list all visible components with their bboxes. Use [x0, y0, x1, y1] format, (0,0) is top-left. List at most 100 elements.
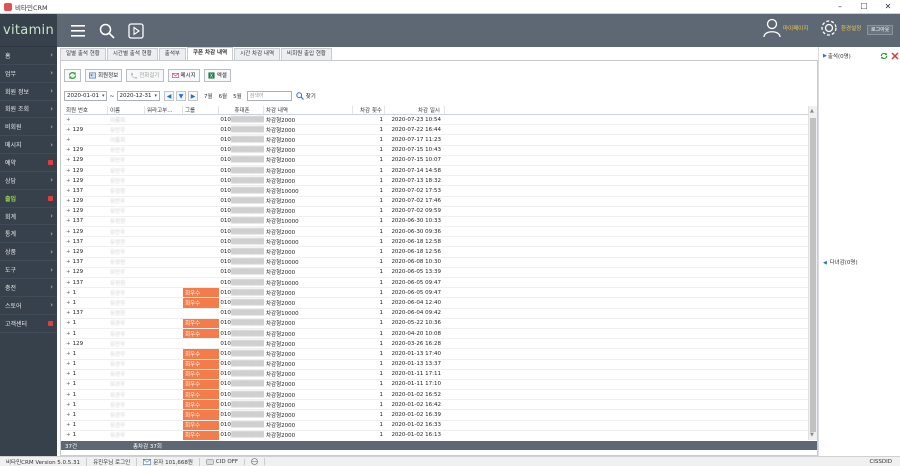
- prev-period-button[interactable]: ◀: [164, 91, 174, 101]
- date-to-picker[interactable]: 2020-12-31 ▾: [116, 91, 160, 101]
- expand-row-icon[interactable]: +: [66, 422, 71, 428]
- expand-row-icon[interactable]: +: [66, 127, 71, 133]
- expand-row-icon[interactable]: +: [66, 290, 71, 296]
- sms-balance[interactable]: 문자 101,668원: [137, 457, 200, 466]
- my-page-button[interactable]: 마이페이지: [763, 18, 808, 38]
- expand-row-icon[interactable]: +: [66, 320, 71, 326]
- expand-row-icon[interactable]: +: [66, 341, 71, 347]
- sidebar-item-9[interactable]: 회계 ›: [0, 208, 57, 226]
- table-row[interactable]: +129 유민우 010 ████████ 차감형2000 1 2020-07-13 18:…: [64, 176, 808, 187]
- sidebar-item-2[interactable]: 회원 정보 ›: [0, 83, 57, 101]
- tab-5[interactable]: 비회원 출입 현황: [281, 48, 332, 60]
- expand-row-icon[interactable]: +: [66, 168, 71, 174]
- table-row[interactable]: + 이름회 010 ████████ 차감형2000 1 2020-07-17 11:23: [64, 135, 808, 146]
- table-row[interactable]: +137 유정현 010 ████████ 차감형10000 1 2020-06-04 09…: [64, 309, 808, 319]
- expand-row-icon[interactable]: +: [66, 351, 71, 357]
- table-row[interactable]: +137 유정현 010 ████████ 차감형10000 1 2020-06-30 10…: [64, 217, 808, 228]
- expand-arrow-icon[interactable]: ▶: [823, 53, 827, 59]
- expand-row-icon[interactable]: +: [66, 188, 71, 194]
- hamburger-menu-icon[interactable]: [70, 23, 86, 39]
- sidebar-item-8[interactable]: 출입: [0, 190, 57, 208]
- expand-row-icon[interactable]: +: [66, 218, 71, 224]
- table-row[interactable]: +129 유민우 010 ████████ 차감형2000 1 2020-06-18 12:…: [64, 247, 808, 258]
- tab-2[interactable]: 출석부: [158, 48, 186, 60]
- tab-0[interactable]: 일별 출석 현황: [60, 48, 106, 60]
- expand-row-icon[interactable]: +: [66, 157, 71, 163]
- expand-row-icon[interactable]: +: [66, 361, 71, 367]
- table-row[interactable]: +1 유관우 회우수 010 ████████ 차감형2000 1 2020-01-13 17…: [64, 349, 808, 360]
- expand-row-icon[interactable]: +: [66, 137, 71, 143]
- vertical-scrollbar[interactable]: ▲ ▼: [808, 106, 817, 440]
- excel-button[interactable]: X 엑셀: [203, 68, 231, 82]
- expand-row-icon[interactable]: +: [66, 371, 71, 377]
- table-row[interactable]: +129 유민우 010 ████████ 차감형2000 1 2020-07-22 16:…: [64, 125, 808, 136]
- table-row[interactable]: +1 유관우 회우수 010 ████████ 차감형2000 1 2020-06-05 09…: [64, 288, 808, 299]
- column-header[interactable]: 회원 번호: [64, 106, 108, 114]
- table-row[interactable]: +137 유정현 010 ████████ 차감형10000 1 2020-06-08 10…: [64, 258, 808, 268]
- expand-row-icon[interactable]: +: [66, 392, 71, 398]
- table-row[interactable]: +129 유민우 010 ████████ 차감형2000 1 2020-07-15 10:…: [64, 156, 808, 166]
- maximize-icon[interactable]: ☐: [852, 2, 876, 11]
- month-june-button[interactable]: 6월: [219, 92, 228, 100]
- sidebar-item-14[interactable]: 스토어 ›: [0, 297, 57, 315]
- table-row[interactable]: +137 유정현 010 ████████ 차감형10000 1 2020-07-02 17…: [64, 186, 808, 197]
- date-from-picker[interactable]: 2020-01-01 ▾: [64, 91, 108, 101]
- table-row[interactable]: +1 유관우 회우수 010 ████████ 차감형2000 1 2020-01-11 17…: [64, 369, 808, 380]
- column-header[interactable]: 차감 일시: [385, 106, 445, 114]
- current-period-button[interactable]: ▼: [176, 91, 186, 101]
- close-icon[interactable]: [891, 52, 899, 60]
- brand-logo[interactable]: vitamin: [0, 14, 57, 47]
- tab-3[interactable]: 쿠폰 차감 내역: [186, 47, 234, 60]
- table-row[interactable]: +1 유관우 회우수 010 ████████ 차감형2000 1 2020-06-04 12…: [64, 298, 808, 309]
- expand-row-icon[interactable]: +: [66, 310, 71, 316]
- table-row[interactable]: +1 유관우 회우수 010 ████████ 차감형2000 1 2020-05-22 10…: [64, 318, 808, 329]
- scrollbar-thumb[interactable]: [810, 118, 816, 432]
- table-row[interactable]: +129 유민우 010 ████████ 차감형2000 1 2020-07-15 10:…: [64, 146, 808, 156]
- table-row[interactable]: + 이름회 010 ████████ 차감형2000 1 2020-07-23 10:54: [64, 115, 808, 126]
- table-row[interactable]: +1 유관우 회우수 010 ████████ 차감형2000 1 2020-01-11 17…: [64, 379, 808, 391]
- table-row[interactable]: +1 유관우 회우수 010 ████████ 차감형2000 1 2020-01-02 16…: [64, 430, 808, 440]
- refresh-button[interactable]: [64, 68, 81, 82]
- column-header[interactable]: 이름: [108, 106, 145, 114]
- expand-row-icon[interactable]: +: [66, 381, 71, 387]
- expand-row-icon[interactable]: +: [66, 432, 71, 438]
- column-header[interactable]: 차감 내역: [264, 106, 353, 114]
- expand-row-icon[interactable]: +: [66, 269, 71, 275]
- globe-icon[interactable]: [245, 458, 266, 465]
- table-row[interactable]: +129 유민우 010 ████████ 차감형2000 1 2020-06-30 09:…: [64, 227, 808, 238]
- table-row[interactable]: +1 유관우 회우수 010 ████████ 차감형2000 1 2020-01-02 16…: [64, 400, 808, 411]
- message-button[interactable]: 메시지: [167, 68, 200, 82]
- scroll-up-icon[interactable]: ▲: [810, 108, 814, 114]
- scroll-down-icon[interactable]: ▼: [810, 432, 814, 438]
- call-button[interactable]: 전화걸기: [126, 68, 164, 82]
- table-row[interactable]: +129 유민우 010 ████████ 차감형2000 1 2020-07-02 17:…: [64, 197, 808, 207]
- month-july-button[interactable]: 7월: [204, 92, 213, 100]
- table-row[interactable]: +1 유관우 회우수 010 ████████ 차감형2000 1 2020-01-13 13…: [64, 359, 808, 370]
- expand-row-icon[interactable]: +: [66, 117, 71, 123]
- cid-status[interactable]: CID OFF: [200, 458, 246, 465]
- table-row[interactable]: +1 유관우 회우수 010 ████████ 차감형2000 1 2020-01-02 16…: [64, 390, 808, 401]
- expand-row-icon[interactable]: +: [66, 229, 71, 235]
- table-row[interactable]: +137 유정현 010 ████████ 차감형10000 1 2020-06-05 09…: [64, 278, 808, 289]
- table-row[interactable]: +129 유민우 010 ████████ 차감형2000 1 2020-07-02 09:…: [64, 207, 808, 217]
- column-header[interactable]: 차감 횟수: [353, 106, 385, 114]
- expand-row-icon[interactable]: +: [66, 300, 71, 306]
- sidebar-item-10[interactable]: 통계 ›: [0, 225, 57, 244]
- sidebar-item-4[interactable]: 비회원 ›: [0, 118, 57, 137]
- table-row[interactable]: +1 유관우 회우수 010 ████████ 차감형2000 1 2020-04-20 10…: [64, 328, 808, 340]
- tab-1[interactable]: 시간별 출석 현황: [106, 48, 158, 60]
- minimize-icon[interactable]: –: [828, 2, 852, 11]
- sidebar-item-5[interactable]: 메시지 ›: [0, 136, 57, 155]
- expand-row-icon[interactable]: +: [66, 249, 71, 255]
- expand-row-icon[interactable]: +: [66, 412, 71, 418]
- expand-row-icon[interactable]: +: [66, 178, 71, 184]
- search-input[interactable]: 검색어: [246, 91, 292, 101]
- table-row[interactable]: +129 유민우 010 ████████ 차감형2000 1 2020-07-14 14:…: [64, 166, 808, 177]
- expand-row-icon[interactable]: +: [66, 239, 71, 245]
- logout-button[interactable]: 로그아웃: [867, 25, 894, 35]
- next-period-button[interactable]: ▶: [188, 91, 198, 101]
- find-button[interactable]: 찾기: [295, 92, 316, 100]
- table-row[interactable]: +129 유민우 010 ████████ 차감형2000 1 2020-06-05 13:…: [64, 268, 808, 278]
- column-header[interactable]: 그룹: [183, 106, 219, 114]
- sidebar-item-1[interactable]: 업무 ›: [0, 65, 57, 83]
